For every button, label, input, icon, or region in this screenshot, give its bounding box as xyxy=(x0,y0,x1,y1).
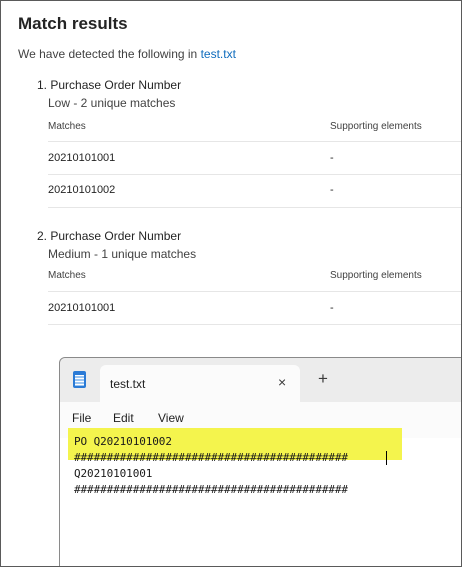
row-divider xyxy=(48,291,461,292)
table-cell-match: 20210101002 xyxy=(48,184,116,196)
section-number: 2. xyxy=(37,229,48,243)
row-divider xyxy=(48,141,461,142)
table-cell-match: 20210101001 xyxy=(48,302,116,314)
editor-line: Q20210101001 xyxy=(74,467,153,480)
column-header-matches: Matches xyxy=(48,121,86,132)
menu-item-edit[interactable]: Edit xyxy=(113,411,134,425)
text-editor[interactable]: PO Q20210101002 ########################… xyxy=(60,428,461,566)
close-icon[interactable]: × xyxy=(278,374,286,390)
intro-text: We have detected the following in test.t… xyxy=(18,47,236,61)
result-section-2: 2. Purchase Order Number Medium - 1 uniq… xyxy=(37,229,461,325)
notepad-window: test.txt × + File Edit View PO Q20210101… xyxy=(59,357,461,566)
row-divider xyxy=(48,324,461,325)
editor-line: ########################################… xyxy=(74,451,348,464)
section-number: 1. xyxy=(37,78,48,92)
table-cell-supporting: - xyxy=(330,302,334,314)
plus-icon[interactable]: + xyxy=(318,370,328,387)
section-subheading: Medium - 1 unique matches xyxy=(48,247,197,261)
file-link[interactable]: test.txt xyxy=(201,47,236,61)
notepad-app-icon xyxy=(73,371,86,388)
row-divider xyxy=(48,207,461,208)
column-header-supporting: Supporting elements xyxy=(330,270,422,281)
table-cell-supporting: - xyxy=(330,152,334,164)
intro-label: We have detected the following in xyxy=(18,47,201,61)
section-title: Purchase Order Number xyxy=(50,78,182,92)
section-subheading: Low - 2 unique matches xyxy=(48,96,176,110)
editor-line: PO Q20210101002 xyxy=(74,435,172,448)
tab-test-txt[interactable]: test.txt × xyxy=(100,365,300,402)
section-title: Purchase Order Number xyxy=(50,229,182,243)
tab-label: test.txt xyxy=(110,377,146,391)
result-section-1: 1. Purchase Order Number Low - 2 unique … xyxy=(37,78,461,208)
page-title: Match results xyxy=(18,14,128,33)
column-header-matches: Matches xyxy=(48,270,86,281)
tab-strip: test.txt × + xyxy=(60,358,461,402)
text-caret xyxy=(386,451,387,465)
table-cell-supporting: - xyxy=(330,184,334,196)
screenshot-frame: Match results We have detected the follo… xyxy=(0,0,462,567)
section-heading: 2. Purchase Order Number xyxy=(37,229,461,243)
menu-item-view[interactable]: View xyxy=(158,411,184,425)
editor-line: ########################################… xyxy=(74,483,348,496)
section-heading: 1. Purchase Order Number xyxy=(37,78,461,92)
menu-item-file[interactable]: File xyxy=(72,411,91,425)
table-cell-match: 20210101001 xyxy=(48,152,116,164)
column-header-supporting: Supporting elements xyxy=(330,121,422,132)
row-divider xyxy=(48,174,461,175)
